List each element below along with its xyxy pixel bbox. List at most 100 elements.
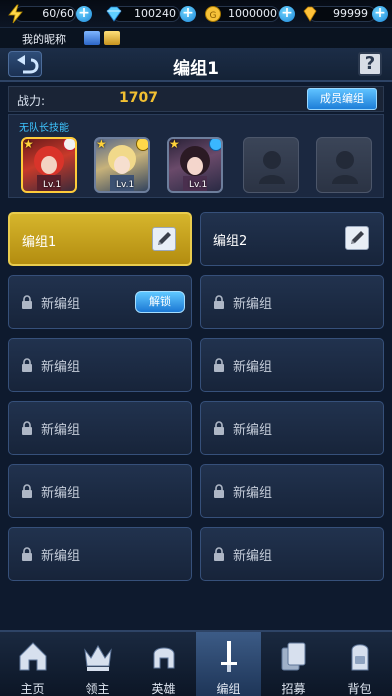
help-button[interactable]: ? (358, 52, 382, 76)
energy-resource: 60/60 + (6, 4, 92, 24)
page-title: 编组1 (173, 59, 219, 79)
energy-value: 60/60 (42, 7, 74, 20)
nav-label: 主页 (20, 682, 45, 696)
group-card-4[interactable]: 新编组 (200, 275, 384, 329)
edit-group-button[interactable] (152, 227, 176, 251)
nav-label: 背包 (347, 682, 372, 696)
group-name: 新编组 (41, 549, 81, 564)
rank-badge-icon (104, 31, 120, 45)
nav-heroes[interactable]: 英雄 (131, 632, 196, 696)
hero-level: Lv.1 (189, 180, 208, 190)
edit-group-button[interactable] (345, 226, 369, 250)
gold-add-button[interactable]: + (279, 6, 295, 22)
group-name: 编组1 (22, 235, 57, 250)
nav-bag[interactable]: 背包 (327, 632, 392, 696)
question-mark-icon: ? (364, 53, 376, 74)
star-icon: ★ (169, 137, 180, 151)
empty-hero-silhouette-icon (332, 151, 358, 184)
group-name: 新编组 (233, 486, 273, 501)
cards-icon (281, 642, 306, 671)
helmet-icon (153, 647, 175, 669)
nav-label: 编组 (216, 682, 241, 696)
group-card-9[interactable]: 新编组 (8, 464, 192, 518)
svg-text:G: G (210, 11, 217, 21)
home-icon (19, 642, 47, 671)
gold-resource: G 1000000 + (203, 4, 295, 24)
lock-icon (214, 484, 224, 498)
group-name: 编组2 (213, 234, 248, 249)
group-card-11[interactable]: 新编组 (8, 527, 192, 581)
leader-skill-label: 无队长技能 (19, 123, 69, 134)
lightning-icon (8, 4, 23, 24)
gold-value: 1000000 (228, 7, 277, 20)
group-name: 新编组 (233, 360, 273, 375)
pencil-icon (158, 232, 171, 245)
nav-label: 英雄 (151, 682, 176, 696)
gem-value: 99999 (333, 7, 368, 20)
gem-add-button[interactable]: + (372, 6, 388, 22)
group-card-3[interactable]: 新编组 解锁 (8, 275, 192, 329)
title-bar: 编组1 ? (0, 48, 392, 82)
nav-recruit[interactable]: 招募 (261, 632, 326, 696)
hero-slot-empty-5[interactable] (316, 137, 372, 193)
group-name: 新编组 (41, 423, 81, 438)
lock-icon (22, 421, 32, 435)
group-card-5[interactable]: 新编组 (8, 338, 192, 392)
energy-add-button[interactable]: + (76, 6, 92, 22)
lock-icon (22, 295, 32, 309)
group-name: 新编组 (41, 360, 81, 375)
group-name: 新编组 (41, 486, 81, 501)
group-name: 新编组 (233, 297, 273, 312)
group-card-8[interactable]: 新编组 (200, 401, 384, 455)
pencil-icon (351, 231, 364, 244)
nav-lord[interactable]: 领主 (65, 632, 130, 696)
nav-label: 招募 (281, 682, 306, 696)
unlock-button[interactable]: 解锁 (135, 291, 185, 313)
diamond-value: 100240 (134, 7, 176, 20)
nickname[interactable]: 我的昵称 (22, 31, 66, 47)
lock-icon (214, 295, 224, 309)
hero-level: Lv.1 (43, 180, 62, 190)
group-card-10[interactable]: 新编组 (200, 464, 384, 518)
group-name: 新编组 (233, 423, 273, 438)
diamond-resource: 100240 + (104, 4, 196, 24)
combat-power-row: 战力: 1707 成员编组 (8, 86, 384, 112)
vip-badge-icon (84, 31, 100, 45)
nav-groups[interactable]: 编组 (196, 632, 261, 696)
bottom-nav: 主页 领主 英雄 编组 招募 背包 (0, 630, 392, 696)
group-card-1[interactable]: 编组1 (8, 212, 192, 266)
star-icon: ★ (96, 137, 107, 151)
lock-icon (22, 358, 32, 372)
empty-hero-silhouette-icon (259, 151, 285, 184)
nav-home[interactable]: 主页 (0, 632, 65, 696)
lock-icon (214, 547, 224, 561)
gem-icon (303, 6, 317, 22)
member-group-button[interactable]: 成员编组 (307, 88, 377, 110)
lock-icon (22, 547, 32, 561)
group-card-6[interactable]: 新编组 (200, 338, 384, 392)
hero-slot-1[interactable]: ★ Lv.1 (21, 137, 77, 193)
combat-power-label: 战力: (17, 94, 46, 108)
hero-lineup-panel: 无队长技能 ★ Lv.1 ★ Lv.1 ★ Lv.1 (8, 114, 384, 198)
lock-icon (214, 358, 224, 372)
hero-slot-3[interactable]: ★ Lv.1 (167, 137, 223, 193)
class-badge-icon (136, 139, 148, 151)
crown-icon (84, 645, 112, 671)
group-card-12[interactable]: 新编组 (200, 527, 384, 581)
group-card-2[interactable]: 编组2 (200, 212, 384, 266)
resource-bar: 60/60 + 100240 + G 1000000 + 99999 + (0, 0, 392, 28)
group-name: 新编组 (41, 297, 81, 312)
class-badge-icon (63, 139, 75, 151)
hero-level: Lv.1 (116, 180, 135, 190)
lock-icon (214, 421, 224, 435)
combat-power-value: 1707 (119, 90, 158, 106)
group-card-7[interactable]: 新编组 (8, 401, 192, 455)
gold-coin-icon: G (205, 6, 221, 22)
hero-slot-2[interactable]: ★ Lv.1 (94, 137, 150, 193)
sword-icon (221, 641, 237, 672)
gem-resource: 99999 + (300, 4, 392, 24)
diamond-add-button[interactable]: + (180, 6, 196, 22)
backpack-icon (351, 644, 369, 671)
star-icon: ★ (23, 137, 34, 151)
hero-slot-empty-4[interactable] (243, 137, 299, 193)
